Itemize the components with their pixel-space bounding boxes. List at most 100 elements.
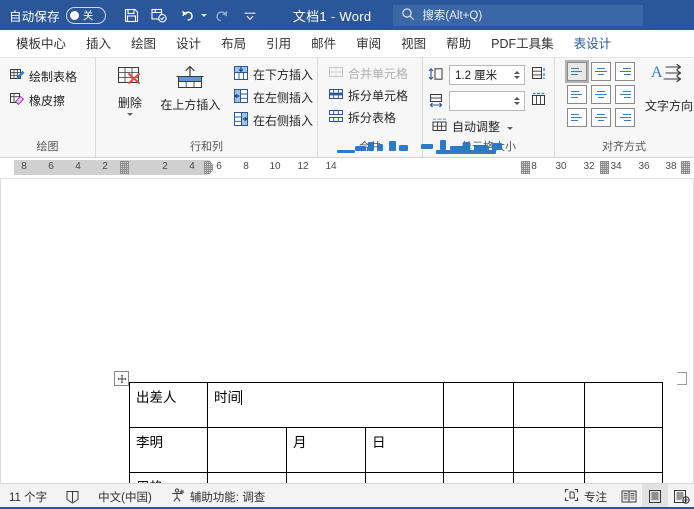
ruler-tick-12: 12 (297, 161, 309, 172)
insert-above-button[interactable]: 在上方插入 (158, 63, 223, 112)
table-cell-r3c2[interactable] (207, 472, 287, 483)
tab-draw[interactable]: 绘图 (121, 31, 166, 57)
tab-template-center[interactable]: 模板中心 (6, 31, 76, 57)
table-cell-r1c7[interactable] (584, 382, 663, 428)
autosave-control[interactable]: 自动保存 关 (0, 6, 106, 25)
align-middle-left-button[interactable] (567, 85, 587, 104)
distribute-columns-icon[interactable] (530, 91, 547, 111)
row-height-increment-icon[interactable] (514, 71, 520, 74)
language-indicator[interactable]: 中文(中国) (89, 484, 161, 509)
split-table-button[interactable]: 拆分表格 (325, 107, 400, 128)
insert-left-label: 在左侧插入 (252, 91, 313, 105)
insert-below-icon (233, 65, 249, 84)
split-cells-button[interactable]: 拆分单元格 (325, 85, 412, 106)
document-canvas[interactable]: 出差人 时间 李明 月 日 (0, 179, 694, 483)
delete-table-button[interactable]: 删除 (104, 63, 156, 116)
table-cell-r2c5[interactable] (443, 427, 514, 473)
align-bottom-center-button[interactable] (591, 108, 611, 127)
align-bottom-left-button[interactable] (567, 108, 587, 127)
autosave-toggle[interactable]: 关 (65, 6, 106, 24)
row-height-decrement-icon[interactable] (514, 76, 520, 79)
ribbon-group-merge: 合并单元格 拆分单元格 拆分表格 合并 (317, 58, 422, 157)
table-cell-r3c5[interactable] (443, 472, 514, 483)
tab-layout[interactable]: 布局 (211, 31, 256, 57)
read-mode-view-button[interactable] (616, 484, 642, 509)
tab-table-design[interactable]: 表设计 (564, 31, 622, 57)
delete-dropdown-caret-icon[interactable] (126, 113, 133, 116)
focus-mode-button[interactable]: 专注 (555, 484, 616, 509)
align-top-left-button[interactable] (565, 60, 589, 83)
text-direction-button[interactable]: A 文字方向 (645, 62, 693, 114)
table-cell-r3c6[interactable] (513, 472, 585, 483)
align-top-right-button[interactable] (615, 62, 635, 81)
document-page[interactable]: 出差人 时间 李明 月 日 (1, 179, 693, 483)
insert-right-button[interactable]: 在右侧插入 (230, 110, 317, 131)
word-count[interactable]: 11 个字 (0, 484, 56, 509)
align-bottom-right-button[interactable] (615, 108, 635, 127)
tab-help[interactable]: 帮助 (436, 31, 481, 57)
search-input[interactable]: 搜索(Alt+Q) (393, 4, 644, 26)
row-height-icon (428, 66, 444, 85)
align-top-center-button[interactable] (591, 62, 611, 81)
accessibility-status[interactable]: 辅助功能: 调查 (161, 484, 274, 509)
table-cell-r3c7[interactable] (584, 472, 663, 483)
table-cell-r3c3[interactable] (286, 472, 366, 483)
tab-insert[interactable]: 插入 (76, 31, 121, 57)
table-cell-r3c1[interactable]: 周艳 (129, 472, 208, 483)
undo-dropdown-caret-icon[interactable] (200, 13, 207, 17)
eraser-button[interactable]: 橡皮擦 (6, 90, 69, 111)
insert-above-icon (170, 65, 210, 98)
horizontal-ruler[interactable]: 8 6 4 2 2 4 6 8 10 12 14 8 30 32 34 36 3… (0, 158, 694, 179)
autofit-label: 自动调整 (452, 120, 501, 134)
table-cell-r2c2[interactable] (207, 427, 287, 473)
search-placeholder: 搜索(Alt+Q) (422, 10, 483, 22)
save-as-check-icon[interactable] (147, 3, 172, 27)
table-cell-r1c1[interactable]: 出差人 (129, 382, 208, 428)
insert-below-button[interactable]: 在下方插入 (230, 64, 317, 85)
document-table-wrapper[interactable]: 出差人 时间 李明 月 日 (129, 382, 663, 483)
align-middle-right-button[interactable] (615, 85, 635, 104)
tab-mailings[interactable]: 邮件 (301, 31, 346, 57)
undo-icon[interactable] (175, 3, 200, 27)
delete-table-label: 删除 (117, 96, 142, 110)
focus-icon (564, 488, 579, 505)
autofit-dropdown-caret-icon[interactable] (507, 126, 514, 130)
ruler-tab-stop-marker-5[interactable] (681, 161, 690, 174)
table-cell-r2c1[interactable]: 李明 (129, 427, 208, 473)
text-direction-icon: A (649, 62, 689, 95)
ruler-tab-stop-marker-1[interactable] (120, 161, 129, 174)
row-height-spinner[interactable] (514, 71, 522, 79)
tab-design[interactable]: 设计 (166, 31, 211, 57)
document-table[interactable]: 出差人 时间 李明 月 日 (129, 382, 663, 483)
table-cell-r1c5[interactable] (443, 382, 514, 428)
column-width-decrement-icon[interactable] (514, 102, 520, 105)
autofit-button[interactable]: 自动调整 (428, 116, 517, 137)
table-cell-r1c2-merged[interactable]: 时间 (207, 382, 444, 428)
tab-references[interactable]: 引用 (256, 31, 301, 57)
column-width-spinner[interactable] (514, 97, 522, 105)
ruler-tick-4: 4 (189, 161, 195, 172)
proofing-icon[interactable] (56, 484, 89, 509)
table-cell-r3c4[interactable] (365, 472, 444, 483)
tab-review[interactable]: 审阅 (346, 31, 391, 57)
table-cell-r2c6[interactable] (513, 427, 585, 473)
save-icon[interactable] (119, 3, 144, 27)
distribute-rows-icon[interactable] (530, 65, 547, 85)
table-cell-r2c4[interactable]: 日 (365, 427, 444, 473)
table-cell-r2c3[interactable]: 月 (286, 427, 366, 473)
column-width-increment-icon[interactable] (514, 97, 520, 100)
insert-left-button[interactable]: 在左侧插入 (230, 87, 317, 108)
align-middle-center-button[interactable] (591, 85, 611, 104)
tab-pdf-tools[interactable]: PDF工具集 (481, 31, 564, 57)
draw-table-label: 绘制表格 (29, 70, 78, 84)
column-width-input[interactable] (449, 91, 525, 111)
table-move-handle-icon[interactable] (114, 371, 129, 386)
print-layout-view-button[interactable] (642, 484, 668, 509)
tab-view[interactable]: 视图 (391, 31, 436, 57)
customize-qat-icon[interactable] (238, 3, 263, 27)
table-cell-r1c6[interactable] (513, 382, 585, 428)
draw-table-button[interactable]: 绘制表格 (6, 66, 81, 87)
row-height-input[interactable]: 1.2 厘米 (449, 65, 525, 85)
web-layout-view-button[interactable] (668, 484, 694, 509)
table-cell-r2c7[interactable] (584, 427, 663, 473)
